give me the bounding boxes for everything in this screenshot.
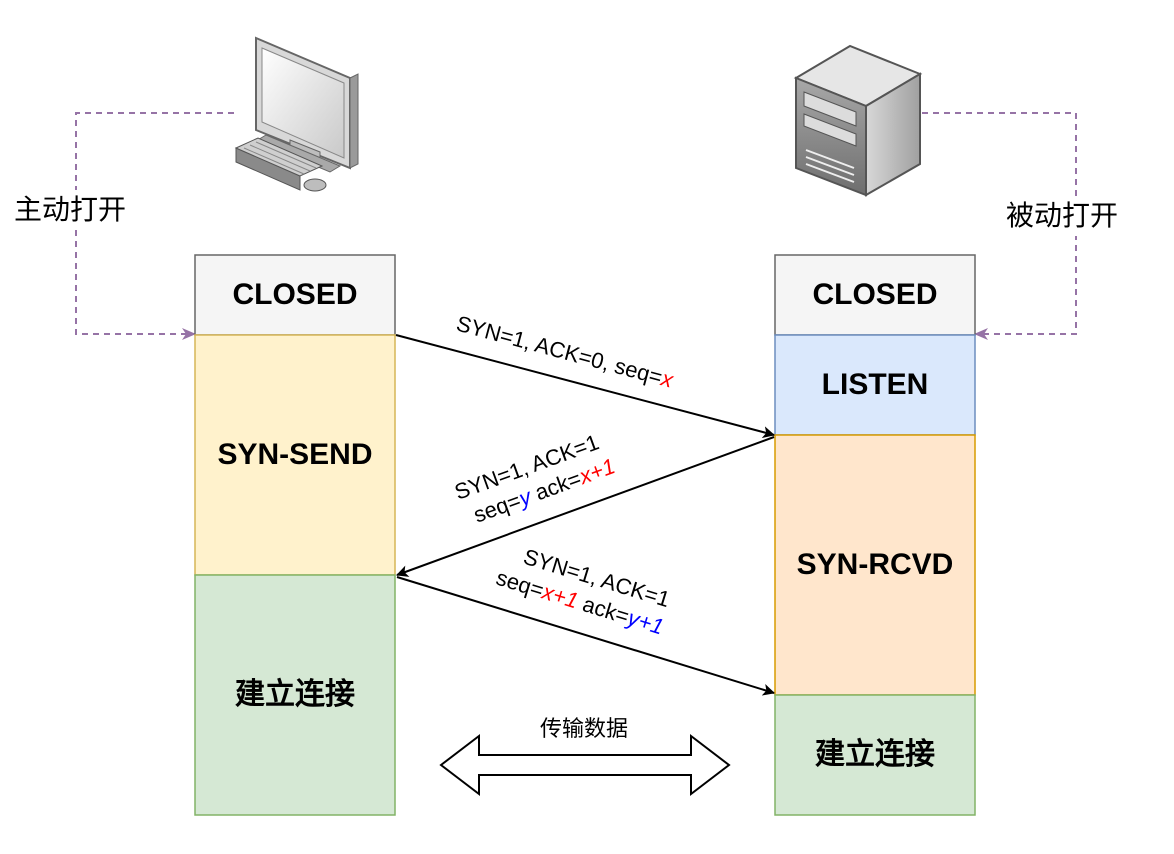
client-state-syn-send-label: SYN-SEND <box>217 438 372 471</box>
client-computer-icon <box>234 36 359 192</box>
server-state-listen-label: LISTEN <box>822 368 929 401</box>
data-transfer-label: 传输数据 <box>540 717 628 742</box>
syn-ack-message-label: SYN=1, ACK=1 seq=y ack=x+1 <box>451 429 618 527</box>
server-tower-icon <box>793 44 923 197</box>
data-transfer-double-arrow <box>439 733 731 797</box>
server-state-syn-rcvd-label: SYN-RCVD <box>797 548 954 581</box>
passive-open-label: 被动打开 <box>1006 199 1118 232</box>
tcp-handshake-diagram: 主动打开 被动打开 CLOSED SYN-SEND 建立连接 CLOSED LI… <box>6 36 1140 816</box>
client-state-column: CLOSED SYN-SEND 建立连接 <box>194 254 396 816</box>
active-open-label: 主动打开 <box>14 193 126 226</box>
server-state-closed-label: CLOSED <box>812 278 937 311</box>
server-state-established-label: 建立连接 <box>815 737 935 772</box>
server-state-column: CLOSED LISTEN SYN-RCVD 建立连接 <box>774 254 976 816</box>
client-state-closed-label: CLOSED <box>232 278 357 311</box>
ack-message-label: SYN=1, ACK=1 seq=x+1 ack=y+1 <box>493 544 673 640</box>
client-state-established-label: 建立连接 <box>235 677 355 712</box>
